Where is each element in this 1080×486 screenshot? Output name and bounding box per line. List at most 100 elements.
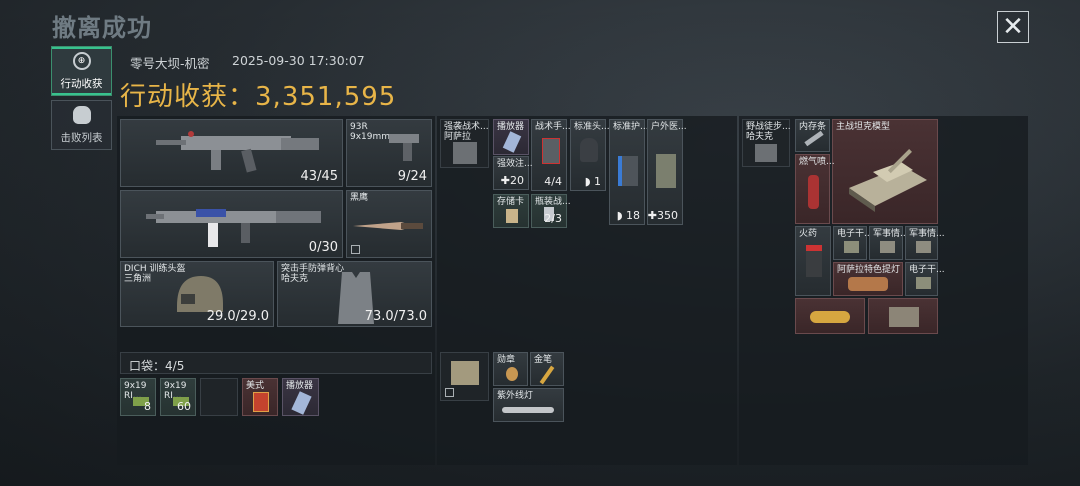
skull-icon — [72, 106, 91, 124]
backpack-icon — [755, 144, 777, 162]
backpack-item[interactable]: 金笔 — [530, 352, 564, 386]
plus-icon: ✚ — [647, 209, 657, 222]
intel-icon — [880, 241, 895, 253]
rig-item[interactable]: 强效注... ✚20 — [493, 156, 533, 190]
rig-item-count-value: 18 — [626, 209, 640, 222]
rig-item-name: 强效注... — [497, 159, 533, 169]
case-item[interactable]: 电子干... — [905, 262, 945, 296]
case-item[interactable]: 内存条 — [795, 119, 830, 152]
primary-weapon-slot-2[interactable]: 0/30 — [120, 190, 343, 258]
circuit-icon — [844, 241, 859, 253]
helmet-slot[interactable]: DICH 训练头盔 三角洲 29.0/29.0 — [120, 261, 274, 327]
backpack-item-name: 勋章 — [497, 355, 516, 365]
case-item-tank-model[interactable]: 主战坦克模型 — [832, 119, 938, 224]
vest-slot[interactable]: 突击手防弹背心 哈夫克 73.0/73.0 — [277, 261, 432, 327]
case-item[interactable]: 阿萨拉特色提灯 — [833, 262, 903, 296]
loot-icon: ⊕ — [72, 52, 91, 70]
case-item[interactable]: 电子干... — [833, 226, 873, 260]
pen-icon — [539, 365, 555, 385]
player-icon — [291, 391, 312, 415]
rig-item-count: 2/3 — [544, 212, 562, 225]
backpack-icon — [451, 361, 479, 385]
lantern-icon — [848, 277, 888, 291]
shield-icon: ◗ — [584, 175, 591, 188]
case-item-gold-item[interactable] — [795, 298, 865, 334]
map-name: 零号大坝-机密 — [130, 56, 210, 71]
rig-item-count: ✚20 — [501, 174, 524, 187]
case-item[interactable]: 军事情... — [869, 226, 909, 260]
rig-icon — [453, 142, 477, 164]
case-item[interactable]: 军事情... — [905, 226, 945, 260]
pocket-item[interactable]: 9x19 RI... 60 — [160, 378, 196, 416]
lock-icon — [445, 388, 454, 397]
circuit-icon — [916, 277, 931, 289]
backpack-item-name: 金笔 — [534, 355, 553, 365]
rifle-icon — [156, 131, 319, 173]
lock-icon — [351, 245, 360, 254]
gunpowder-icon — [806, 245, 822, 277]
pocket-item[interactable]: 9x19 RI... 8 — [120, 378, 156, 416]
player-icon — [502, 131, 522, 153]
rig-item[interactable]: 户外医... ✚350 — [647, 119, 687, 225]
tab-loot[interactable]: ⊕ 行动收获 — [51, 46, 112, 96]
backpack-item[interactable]: 紫外线灯 — [493, 388, 564, 422]
tank-model-icon — [849, 149, 927, 212]
gas-canister-icon — [808, 175, 819, 209]
rig-slot[interactable]: 强袭战术... 阿萨拉 — [440, 119, 489, 168]
rig-item[interactable]: 战术手... 4/4 — [531, 119, 571, 191]
case-bag-name: 野战徒步... 哈夫克 — [746, 122, 791, 142]
case-item-name: 燃气喷... — [799, 157, 835, 167]
tab-loot-label: 行动收获 — [60, 78, 103, 90]
pocket-header: 口袋：4/5 — [120, 352, 432, 374]
close-button[interactable]: ✕ — [997, 11, 1029, 43]
secondary-weapon-slot[interactable]: 93R 9x19mm 9/24 — [346, 119, 432, 187]
vest-durability: 73.0/73.0 — [364, 309, 427, 324]
case-item-name: 主战坦克模型 — [836, 122, 891, 132]
pocket-item[interactable]: 美式 — [242, 378, 278, 416]
helmet-durability: 29.0/29.0 — [206, 309, 269, 324]
helmet-sub: 三角洲 — [124, 274, 152, 284]
rig-item-count: ◗ 18 — [617, 209, 640, 222]
rig-item[interactable]: 存储卡 — [493, 194, 529, 228]
case-item[interactable]: 燃气喷... — [795, 154, 835, 224]
cigarette-box-icon — [253, 392, 269, 412]
medkit-bag-icon — [656, 154, 676, 188]
melee-weapon-name: 黑鹰 — [350, 193, 369, 203]
rig-item-name: 标准护... — [613, 122, 649, 132]
shield-icon: ◗ — [616, 209, 623, 222]
first-aid-kit-icon — [542, 138, 560, 164]
case-item-name: 军事情... — [873, 229, 909, 239]
secondary-weapon-ammo: 9/24 — [397, 169, 427, 184]
knife-icon — [353, 222, 423, 230]
case-item[interactable]: 火药 — [795, 226, 831, 296]
rig-item[interactable]: 标准护... ◗ 18 — [609, 119, 649, 225]
gold-artifact-icon — [810, 311, 850, 323]
backpack-item-name: 紫外线灯 — [497, 391, 534, 401]
sd-card-icon — [506, 209, 518, 223]
case-item-name: 军事情... — [909, 229, 945, 239]
case-item-box[interactable] — [868, 298, 938, 334]
medal-icon — [506, 367, 518, 381]
pocket-item[interactable]: 播放器 — [282, 378, 319, 416]
ram-icon — [804, 130, 824, 147]
melee-weapon-slot[interactable]: 黑鹰 — [346, 190, 432, 258]
helmet-icon — [580, 138, 598, 162]
primary-weapon-slot-1[interactable]: 43/45 — [120, 119, 343, 187]
pocket-header-text: 口袋：4/5 — [129, 357, 184, 374]
rig-item[interactable]: 标准头... ◗ 1 — [570, 119, 610, 191]
case-bag-slot[interactable]: 野战徒步... 哈夫克 — [742, 119, 791, 167]
timestamp: 2025-09-30 17:30:07 — [232, 53, 365, 68]
backpack-item[interactable]: 勋章 — [493, 352, 528, 386]
loot-label: 行动收获： — [120, 82, 256, 112]
rig-item[interactable]: 播放器 — [493, 119, 529, 155]
pocket-empty-slot[interactable] — [200, 378, 238, 416]
primary-weapon-2-ammo: 0/30 — [308, 240, 338, 255]
page-title: 撤离成功 — [52, 14, 152, 42]
rig-item[interactable]: 瓶装战... 2/3 — [531, 194, 571, 228]
case-item-name: 电子干... — [837, 229, 873, 239]
pocket-count: 4/5 — [165, 359, 185, 373]
backpack-slot[interactable] — [440, 352, 489, 401]
rig-item-count: 4/4 — [544, 175, 562, 188]
tab-kill-list[interactable]: 击败列表 — [51, 100, 112, 150]
rig-item-name: 存储卡 — [497, 197, 525, 207]
